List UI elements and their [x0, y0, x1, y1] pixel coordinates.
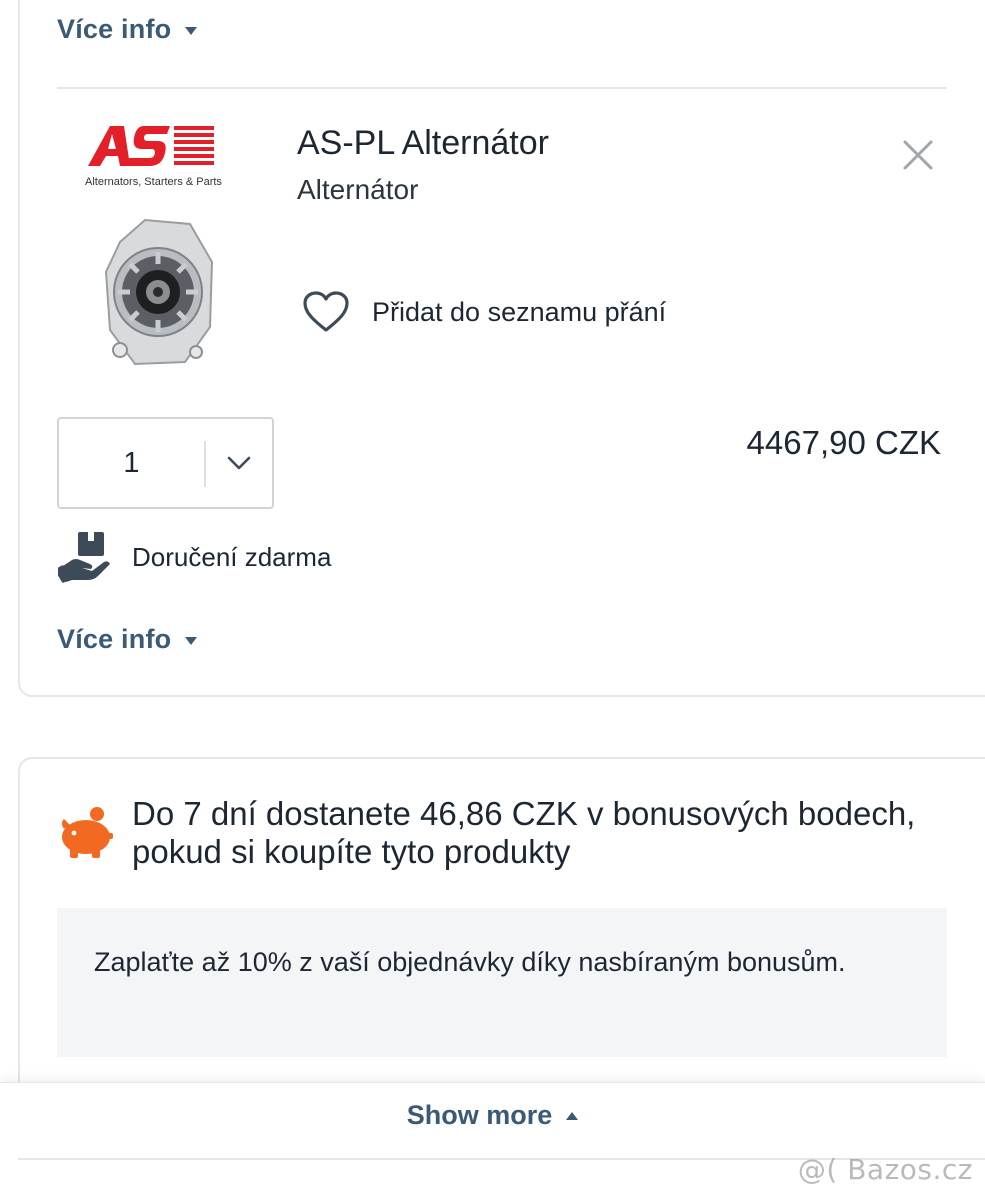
- chevron-down-icon: [227, 456, 251, 470]
- quantity-value: 1: [123, 447, 140, 479]
- add-to-wishlist-button[interactable]: Přidat do seznamu přání: [302, 290, 666, 334]
- more-info-label: Více info: [57, 14, 172, 44]
- bonus-heading: Do 7 dní dostanete 46,86 CZK v bonusovýc…: [132, 795, 916, 870]
- product-title[interactable]: AS-PL Alternátor: [297, 124, 549, 163]
- piggy-bank-icon: [58, 805, 114, 863]
- caret-down-icon: [185, 636, 198, 645]
- heart-icon: [303, 291, 349, 332]
- delivery-hand-icon: [58, 532, 110, 583]
- wishlist-label: Přidat do seznamu přání: [372, 296, 667, 327]
- close-icon: [903, 140, 933, 170]
- more-info-link[interactable]: Více info: [57, 624, 198, 655]
- more-info-label: Více info: [57, 624, 172, 654]
- caret-down-icon: [185, 26, 198, 35]
- show-more-label: Show more: [406, 1100, 553, 1130]
- quantity-select[interactable]: 1: [57, 417, 274, 509]
- caret-up-icon: [566, 1111, 579, 1120]
- watermark: @( Bazos.cz: [797, 1153, 973, 1186]
- divider: [57, 87, 947, 89]
- as-logo-icon: [88, 126, 214, 166]
- show-more-button[interactable]: Show more: [0, 1100, 985, 1131]
- bonus-info-text: Zaplaťte až 10% z vaší objednávky díky n…: [94, 947, 846, 977]
- brand-tagline: Alternators, Starters & Parts: [85, 176, 222, 188]
- brand-logo: Alternators, Starters & Parts: [82, 120, 252, 195]
- delivery-label: Doručení zdarma: [132, 541, 332, 572]
- quantity-separator: [204, 441, 206, 487]
- product-subtitle: Alternátor: [297, 174, 419, 205]
- free-delivery-row: Doručení zdarma: [58, 530, 331, 584]
- remove-item-button[interactable]: [900, 137, 936, 173]
- bonus-info-box: Zaplaťte až 10% z vaší objednávky díky n…: [57, 908, 947, 1057]
- alternator-image: [100, 212, 220, 372]
- more-info-link-top[interactable]: Více info: [57, 14, 198, 45]
- product-price: 4467,90 CZK: [746, 424, 941, 461]
